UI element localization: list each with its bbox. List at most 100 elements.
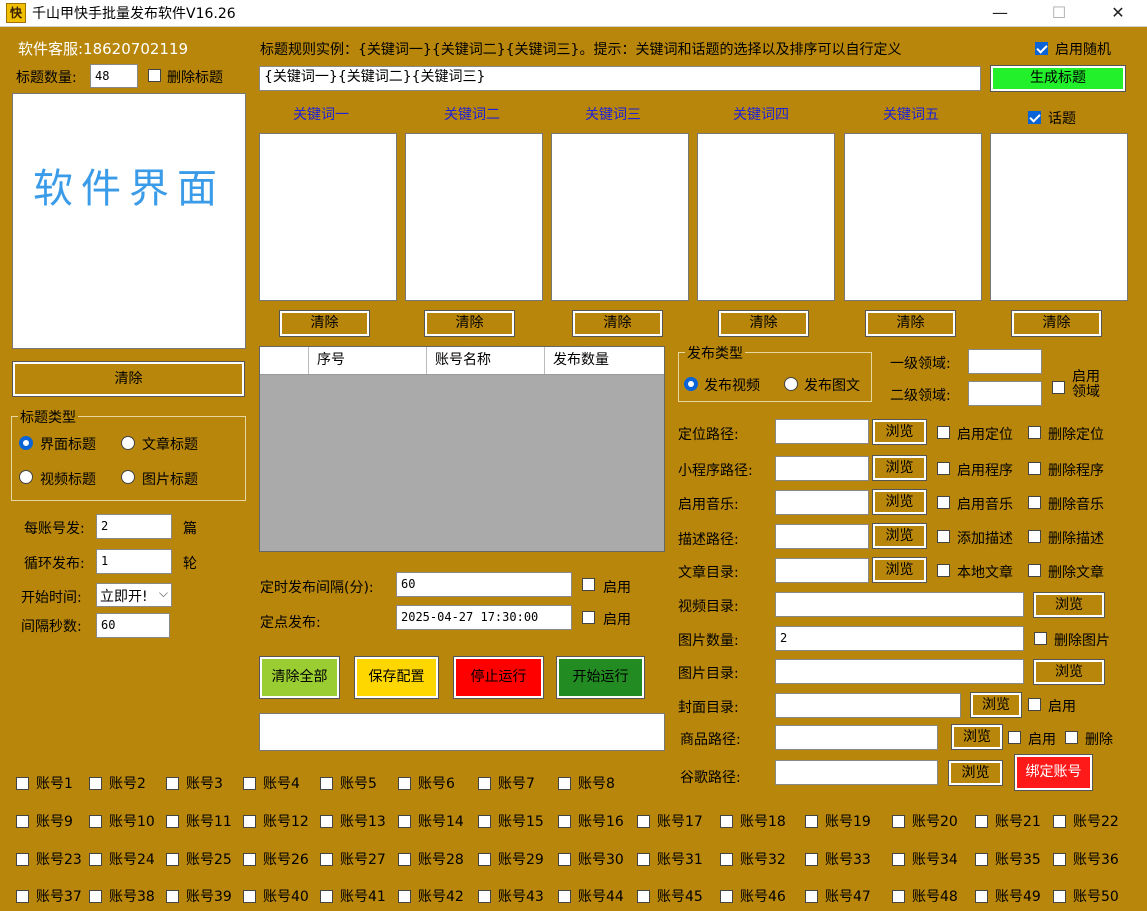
account-checkbox[interactable]: [1053, 890, 1066, 903]
product-enable-checkbox[interactable]: [1008, 731, 1021, 744]
clear-topic-button[interactable]: 清除: [1011, 310, 1102, 337]
account-checkbox[interactable]: [1053, 853, 1066, 866]
account-checkbox[interactable]: [89, 853, 102, 866]
minimize-button[interactable]: —: [977, 0, 1023, 26]
account-checkbox[interactable]: [805, 853, 818, 866]
account-checkbox[interactable]: [558, 815, 571, 828]
image-delete-checkbox[interactable]: [1034, 632, 1047, 645]
grid-col-account-name[interactable]: 账号名称: [427, 347, 545, 374]
account-checkbox[interactable]: [720, 890, 733, 903]
account-checkbox[interactable]: [398, 777, 411, 790]
account-checkbox[interactable]: [89, 815, 102, 828]
account-checkbox[interactable]: [243, 815, 256, 828]
account-checkbox[interactable]: [89, 890, 102, 903]
cover-dir-input[interactable]: [775, 693, 961, 718]
cover-browse-button[interactable]: 浏览: [970, 692, 1022, 718]
clear-titles-button[interactable]: 清除: [12, 361, 245, 397]
clear-keyword-3-button[interactable]: 清除: [572, 310, 663, 337]
rule-input[interactable]: {关键词一}{关键词二}{关键词三}: [259, 66, 981, 91]
save-config-button[interactable]: 保存配置: [354, 656, 439, 699]
account-checkbox[interactable]: [166, 777, 179, 790]
level2-domain-input[interactable]: [968, 381, 1042, 406]
miniapp-delete-checkbox[interactable]: [1028, 462, 1041, 475]
location-path-input[interactable]: [775, 419, 869, 444]
radio-interface-title[interactable]: [19, 436, 33, 450]
location-enable-checkbox[interactable]: [937, 426, 950, 439]
close-button[interactable]: ✕: [1095, 0, 1141, 26]
radio-image-title[interactable]: [121, 470, 135, 484]
account-checkbox[interactable]: [478, 777, 491, 790]
image-dir-input[interactable]: [775, 659, 1024, 684]
keyword-2-list[interactable]: [405, 133, 543, 301]
title-preview-box[interactable]: 软件界面: [12, 93, 246, 349]
per-account-input[interactable]: 2: [96, 514, 172, 539]
account-checkbox[interactable]: [637, 890, 650, 903]
location-browse-button[interactable]: 浏览: [872, 419, 927, 445]
account-checkbox[interactable]: [975, 815, 988, 828]
account-checkbox[interactable]: [166, 853, 179, 866]
keyword-3-list[interactable]: [551, 133, 689, 301]
account-checkbox[interactable]: [89, 777, 102, 790]
grid-col-select[interactable]: [260, 347, 309, 374]
level1-domain-input[interactable]: [968, 349, 1042, 374]
location-delete-checkbox[interactable]: [1028, 426, 1041, 439]
start-time-select[interactable]: 立即开! ⌵: [96, 583, 172, 607]
enable-domain-checkbox[interactable]: [1052, 381, 1065, 394]
account-checkbox[interactable]: [720, 815, 733, 828]
title-count-input[interactable]: 48: [90, 64, 138, 88]
account-checkbox[interactable]: [805, 890, 818, 903]
account-checkbox[interactable]: [637, 853, 650, 866]
account-grid[interactable]: 序号 账号名称 发布数量: [259, 346, 665, 552]
account-checkbox[interactable]: [166, 890, 179, 903]
article-browse-button[interactable]: 浏览: [872, 557, 927, 583]
product-path-input[interactable]: [775, 725, 938, 750]
start-button[interactable]: 开始运行: [556, 656, 645, 699]
miniapp-browse-button[interactable]: 浏览: [872, 455, 927, 481]
delete-title-checkbox[interactable]: [148, 69, 161, 82]
clear-keyword-2-button[interactable]: 清除: [424, 310, 515, 337]
clear-all-button[interactable]: 清除全部: [259, 656, 340, 699]
account-checkbox[interactable]: [805, 815, 818, 828]
grid-col-publish-count[interactable]: 发布数量: [545, 347, 664, 374]
generate-title-button[interactable]: 生成标题: [990, 65, 1126, 92]
image-count-input[interactable]: 2: [775, 626, 1024, 651]
account-checkbox[interactable]: [166, 815, 179, 828]
log-box[interactable]: [259, 713, 665, 751]
interval-sec-input[interactable]: 60: [96, 613, 170, 638]
product-browse-button[interactable]: 浏览: [951, 724, 1003, 750]
enable-random-checkbox[interactable]: [1035, 42, 1048, 55]
account-checkbox[interactable]: [637, 815, 650, 828]
account-checkbox[interactable]: [892, 815, 905, 828]
clear-keyword-1-button[interactable]: 清除: [279, 310, 370, 337]
account-checkbox[interactable]: [243, 777, 256, 790]
account-checkbox[interactable]: [478, 853, 491, 866]
video-dir-browse-button[interactable]: 浏览: [1033, 592, 1105, 618]
desc-delete-checkbox[interactable]: [1028, 530, 1041, 543]
product-delete-checkbox[interactable]: [1065, 731, 1078, 744]
timed-interval-input[interactable]: 60: [396, 572, 572, 597]
account-checkbox[interactable]: [243, 890, 256, 903]
image-dir-browse-button[interactable]: 浏览: [1033, 659, 1105, 685]
topic-list[interactable]: [990, 133, 1128, 301]
clear-keyword-4-button[interactable]: 清除: [718, 310, 809, 337]
video-dir-input[interactable]: [775, 592, 1024, 617]
account-checkbox[interactable]: [16, 890, 29, 903]
account-checkbox[interactable]: [558, 890, 571, 903]
account-checkbox[interactable]: [320, 853, 333, 866]
bind-account-button[interactable]: 绑定账号: [1014, 754, 1093, 791]
music-browse-button[interactable]: 浏览: [872, 489, 927, 515]
desc-enable-checkbox[interactable]: [937, 530, 950, 543]
radio-publish-video[interactable]: [684, 377, 698, 391]
music-path-input[interactable]: [775, 490, 869, 515]
account-checkbox[interactable]: [16, 777, 29, 790]
account-checkbox[interactable]: [558, 853, 571, 866]
loop-input[interactable]: 1: [96, 549, 172, 574]
desc-browse-button[interactable]: 浏览: [872, 523, 927, 549]
miniapp-path-input[interactable]: [775, 456, 869, 481]
keyword-5-list[interactable]: [844, 133, 982, 301]
google-path-input[interactable]: [775, 760, 938, 785]
stop-button[interactable]: 停止运行: [453, 656, 544, 699]
topic-checkbox[interactable]: [1028, 111, 1041, 124]
timed-enable-checkbox[interactable]: [582, 578, 595, 591]
account-checkbox[interactable]: [558, 777, 571, 790]
